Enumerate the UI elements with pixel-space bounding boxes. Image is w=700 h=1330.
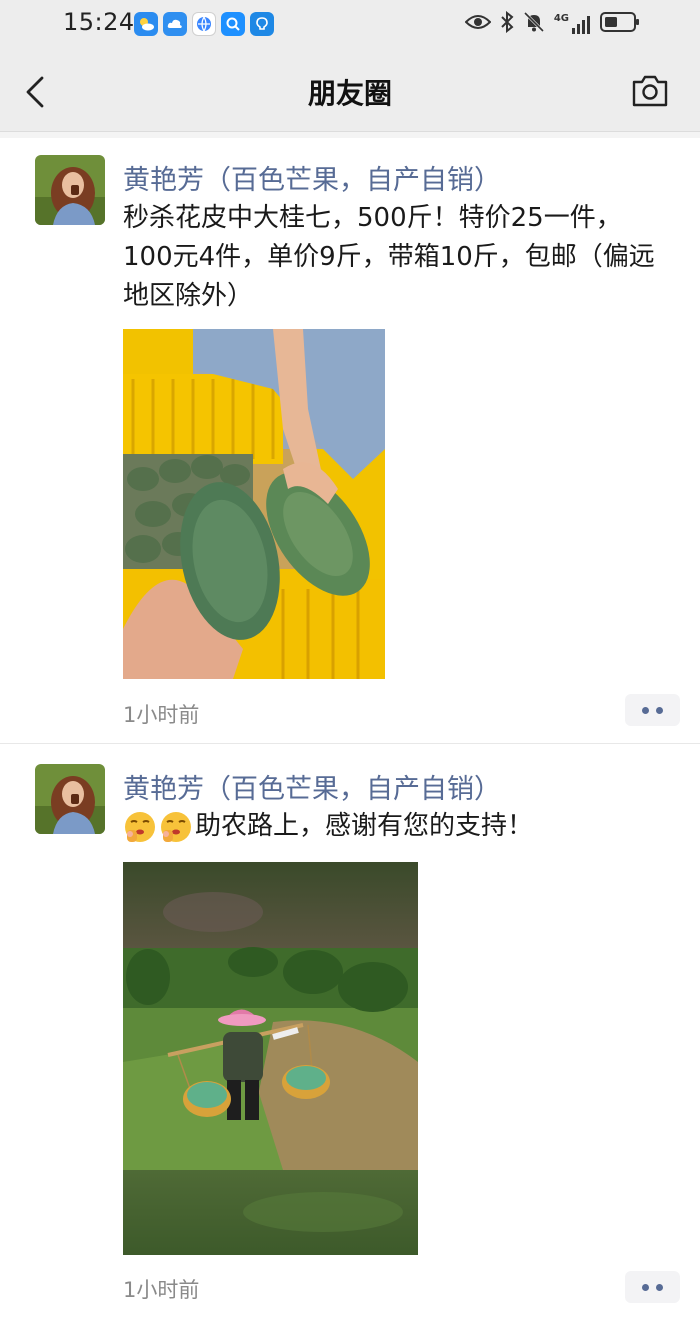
- status-app-icons: [134, 12, 274, 36]
- shushing-face-emoji: [159, 810, 193, 844]
- battery-icon: [600, 11, 640, 37]
- more-dot-icon: [642, 1283, 649, 1291]
- avatar[interactable]: [35, 764, 105, 834]
- more-dot-icon: [642, 706, 649, 714]
- post-text: 秒杀花皮中大桂七，500斤！特价25一件，100元4件，单价9斤，带箱10斤，包…: [123, 203, 655, 311]
- post-time: 1小时前: [123, 1278, 200, 1302]
- nav-bar: 朋友圈: [0, 50, 700, 132]
- shushing-face-emoji: [123, 810, 157, 844]
- bluetooth-icon: [500, 10, 514, 37]
- post-text: 助农路上，感谢有您的支持！: [195, 811, 534, 841]
- more-dot-icon: [656, 706, 663, 714]
- cloud-icon: [163, 12, 187, 36]
- weather-icon: [134, 12, 158, 36]
- avatar[interactable]: [35, 155, 105, 225]
- camera-button[interactable]: [630, 72, 670, 110]
- post-text-row: 助农路上，感谢有您的支持！: [123, 807, 668, 846]
- bulb-icon: [250, 12, 274, 36]
- moment-post: 黄艳芳（百色芒果，自产自销） 秒杀花皮中大桂七，500斤！特价25一件，100元…: [0, 138, 700, 743]
- browser-icon: [192, 12, 216, 36]
- network-type: 4G: [553, 13, 569, 24]
- status-right-icons: 4G: [464, 10, 640, 37]
- search-app-icon: [221, 12, 245, 36]
- post-more-button[interactable]: [625, 1271, 680, 1303]
- eye-icon: [464, 13, 492, 35]
- mute-icon: [523, 11, 545, 37]
- post-photo[interactable]: [123, 329, 385, 679]
- post-photo[interactable]: [123, 862, 418, 1255]
- moment-post: 黄艳芳（百色芒果，自产自销） 助农路上，感谢有您的支持！ 1小时前: [0, 744, 700, 1330]
- status-time: 15:24: [63, 8, 135, 36]
- signal-icon: 4G: [554, 14, 591, 34]
- post-author[interactable]: 黄艳芳（百色芒果，自产自销）: [123, 158, 501, 197]
- more-dot-icon: [656, 1283, 663, 1291]
- status-bar: 15:24 4G: [0, 0, 700, 50]
- post-author[interactable]: 黄艳芳（百色芒果，自产自销）: [123, 767, 501, 806]
- camera-icon: [632, 75, 668, 107]
- post-time: 1小时前: [123, 703, 200, 727]
- page-title: 朋友圈: [307, 77, 392, 110]
- post-more-button[interactable]: [625, 694, 680, 726]
